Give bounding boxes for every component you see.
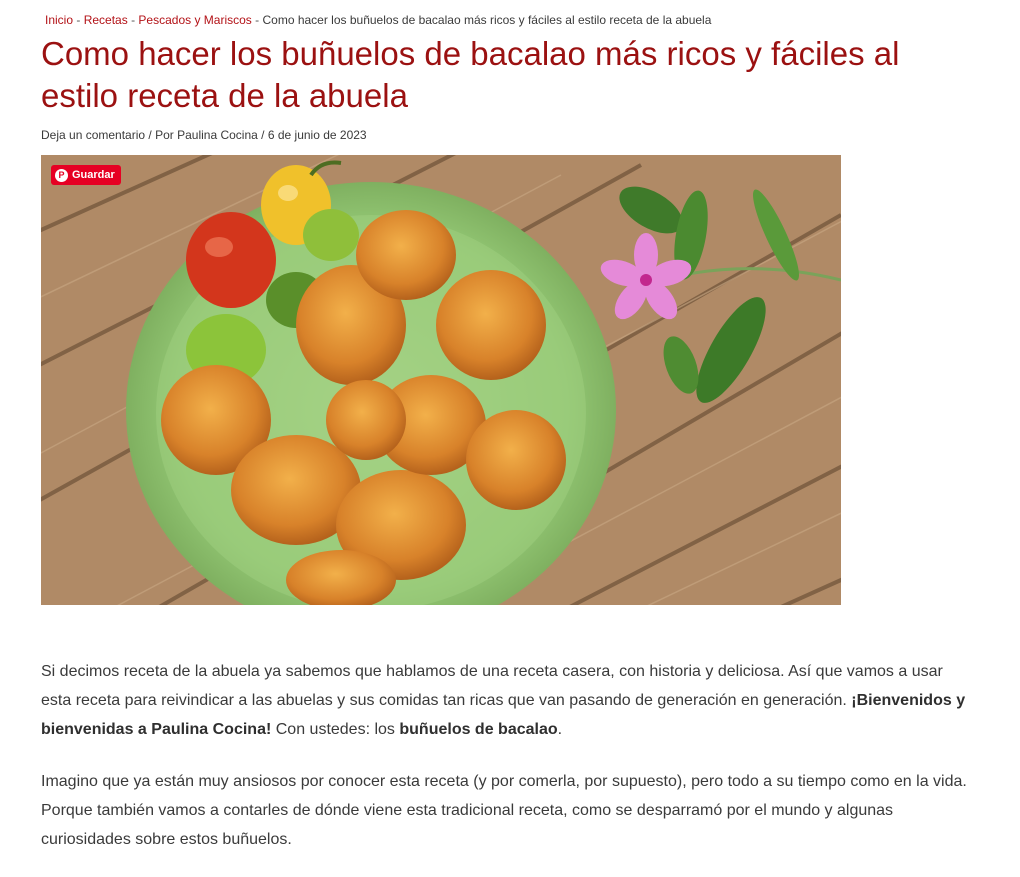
paragraph-text: .	[557, 721, 563, 738]
paragraph-text: Imagino que ya están muy ansiosos por co…	[41, 773, 967, 848]
breadcrumb-separator: -	[76, 13, 81, 27]
breadcrumb-link-pescados[interactable]: Pescados y Mariscos	[138, 13, 251, 27]
paragraph-text: Con ustedes: los	[271, 721, 400, 738]
author-link[interactable]: Paulina Cocina	[177, 128, 258, 142]
pinterest-icon: P	[55, 168, 68, 182]
article-body: Si decimos receta de la abuela ya sabemo…	[41, 657, 976, 877]
breadcrumb-link-recetas[interactable]: Recetas	[84, 13, 128, 27]
hero-image	[41, 155, 841, 605]
page-title: Como hacer los buñuelos de bacalao más r…	[41, 35, 900, 114]
comment-link[interactable]: Deja un comentario	[41, 128, 145, 142]
post-meta: Deja un comentario / Por Paulina Cocina …	[41, 128, 367, 142]
breadcrumb-link-inicio[interactable]: Inicio	[45, 13, 73, 27]
article-page: Inicio - Recetas - Pescados y Mariscos -…	[0, 0, 1020, 868]
author-prefix: / Por	[148, 128, 174, 142]
paragraph-text: Si decimos receta de la abuela ya sabemo…	[41, 663, 943, 709]
pinterest-save-button[interactable]: P Guardar	[51, 165, 121, 185]
date-prefix: /	[261, 128, 265, 142]
paragraph-bold-text: buñuelos de bacalao	[399, 721, 558, 738]
breadcrumb: Inicio - Recetas - Pescados y Mariscos -…	[45, 13, 711, 27]
paragraph: Si decimos receta de la abuela ya sabemo…	[41, 657, 976, 744]
post-date: 6 de junio de 2023	[267, 128, 367, 142]
pinterest-save-label: Guardar	[72, 169, 115, 181]
hero-illustration	[41, 155, 841, 605]
breadcrumb-current: Como hacer los buñuelos de bacalao más r…	[262, 13, 712, 27]
paragraph: Imagino que ya están muy ansiosos por co…	[41, 767, 976, 854]
